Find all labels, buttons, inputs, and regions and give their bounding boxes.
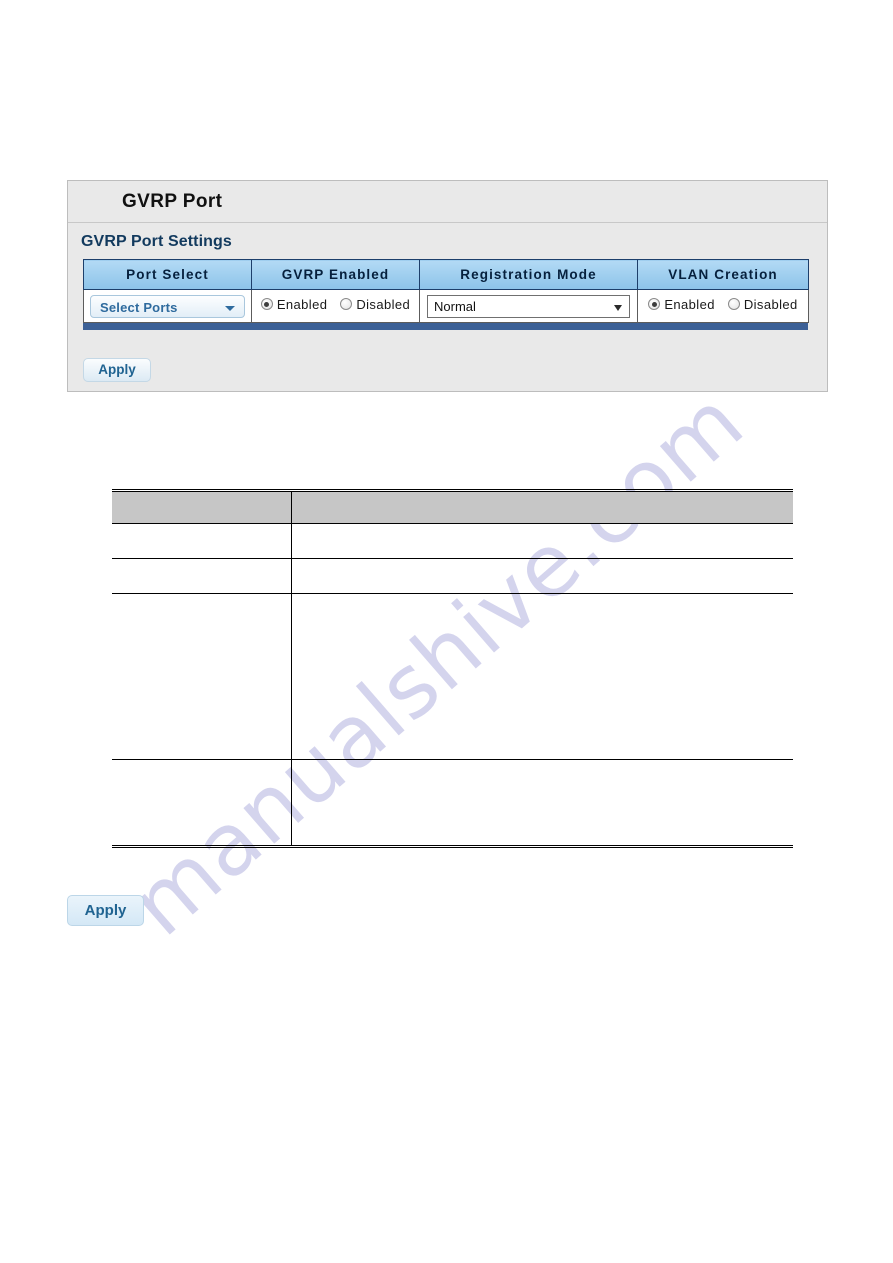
desc-cell-description (291, 593, 793, 760)
chevron-down-icon (225, 305, 235, 311)
gvrp-enabled-disabled-label: Disabled (356, 296, 411, 312)
radio-unselected-icon (340, 298, 353, 311)
radio-selected-icon (260, 298, 273, 311)
table-row (112, 759, 793, 848)
desc-header-description (291, 489, 793, 524)
select-ports-dropdown[interactable]: Select Ports (90, 294, 245, 318)
apply-button[interactable]: Apply (83, 358, 151, 382)
vlan-creation-radio-group: Enabled Disabled (648, 297, 797, 312)
gvrp-port-settings-table: Port Select GVRP Enabled Registration Mo… (83, 259, 809, 323)
desc-header-object (112, 489, 292, 524)
gvrp-enabled-radio-enabled[interactable]: Enabled (260, 296, 328, 312)
desc-cell-object (112, 759, 292, 848)
desc-cell-description (291, 759, 793, 848)
vlan-creation-radio-enabled[interactable]: Enabled (648, 297, 715, 312)
apply-button-bottom[interactable]: Apply (67, 895, 144, 926)
column-header-port-select: Port Select (83, 259, 252, 290)
vlan-creation-enabled-label: Enabled (664, 296, 715, 312)
table-row (112, 558, 793, 594)
settings-header-row: Port Select GVRP Enabled Registration Mo… (83, 259, 809, 290)
cell-vlan-creation: Enabled Disabled (637, 289, 809, 323)
panel-titlebar: GVRP Port (68, 181, 827, 223)
gvrp-port-panel: GVRP Port GVRP Port Settings Port Select… (67, 180, 828, 392)
desc-cell-object (112, 593, 292, 760)
vlan-creation-radio-disabled[interactable]: Disabled (727, 296, 798, 312)
gvrp-enabled-radio-group: Enabled Disabled (260, 296, 410, 312)
registration-mode-select[interactable]: Normal (427, 294, 630, 318)
settings-table-footer-strip (83, 323, 808, 330)
radio-selected-icon (648, 298, 661, 311)
vlan-creation-disabled-label: Disabled (743, 296, 798, 312)
gvrp-enabled-enabled-label: Enabled (276, 296, 328, 312)
desc-cell-object (112, 558, 292, 594)
page-title: GVRP Port (122, 191, 223, 212)
gvrp-enabled-radio-disabled[interactable]: Disabled (340, 297, 410, 312)
select-ports-value: Select Ports (100, 299, 178, 315)
table-row (112, 593, 793, 760)
section-subtitle: GVRP Port Settings (81, 233, 232, 250)
settings-value-row: Select Ports Enabled Disabled Normal Ena… (83, 289, 809, 323)
cell-port-select: Select Ports (83, 289, 252, 323)
column-header-vlan-creation: VLAN Creation (637, 259, 809, 290)
desc-cell-description (291, 523, 793, 559)
desc-table-header-row (112, 489, 793, 524)
column-header-gvrp-enabled: GVRP Enabled (251, 259, 420, 290)
radio-unselected-icon (727, 298, 740, 311)
chevron-down-icon (614, 304, 622, 311)
column-header-registration-mode: Registration Mode (419, 259, 638, 290)
table-row (112, 523, 793, 559)
desc-cell-description (291, 558, 793, 594)
cell-gvrp-enabled: Enabled Disabled (251, 289, 420, 323)
cell-registration-mode: Normal (419, 289, 638, 323)
parameter-description-table (112, 489, 793, 848)
desc-cell-object (112, 523, 292, 559)
registration-mode-value: Normal (434, 298, 476, 314)
